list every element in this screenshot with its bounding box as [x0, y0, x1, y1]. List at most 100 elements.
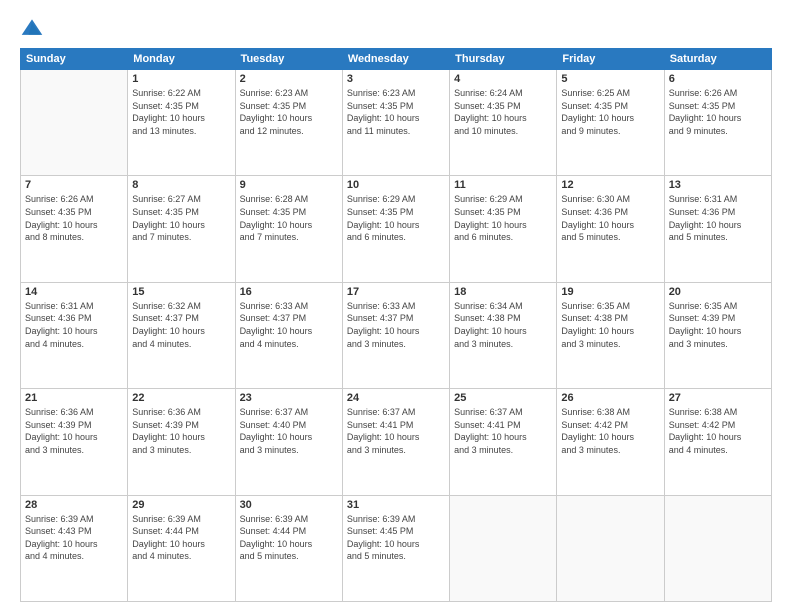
day-info: Sunrise: 6:27 AM Sunset: 4:35 PM Dayligh…	[132, 193, 230, 243]
day-number: 13	[669, 179, 767, 191]
day-info: Sunrise: 6:25 AM Sunset: 4:35 PM Dayligh…	[561, 87, 659, 137]
day-number: 10	[347, 179, 445, 191]
day-info: Sunrise: 6:38 AM Sunset: 4:42 PM Dayligh…	[561, 406, 659, 456]
day-info: Sunrise: 6:29 AM Sunset: 4:35 PM Dayligh…	[347, 193, 445, 243]
day-number: 24	[347, 392, 445, 404]
calendar-cell: 12 Sunrise: 6:30 AM Sunset: 4:36 PM Dayli…	[557, 176, 664, 282]
day-info: Sunrise: 6:38 AM Sunset: 4:42 PM Dayligh…	[669, 406, 767, 456]
calendar-cell: 8Sunrise: 6:27 AM Sunset: 4:35 PM Daylig…	[128, 176, 235, 282]
day-info: Sunrise: 6:34 AM Sunset: 4:38 PM Dayligh…	[454, 300, 552, 350]
header	[20, 16, 772, 40]
calendar-header-sunday: Sunday	[21, 49, 128, 70]
calendar-cell: 2 Sunrise: 6:23 AM Sunset: 4:35 PM Daylig…	[235, 70, 342, 176]
day-number: 15	[132, 286, 230, 298]
calendar-cell: 14 Sunrise: 6:31 AM Sunset: 4:36 PM Dayli…	[21, 282, 128, 388]
day-info: Sunrise: 6:26 AM Sunset: 4:35 PM Dayligh…	[669, 87, 767, 137]
day-number: 30	[240, 499, 338, 511]
day-info: Sunrise: 6:39 AM Sunset: 4:44 PM Dayligh…	[132, 513, 230, 563]
calendar-cell: 15 Sunrise: 6:32 AM Sunset: 4:37 PM Dayli…	[128, 282, 235, 388]
calendar-cell: 18 Sunrise: 6:34 AM Sunset: 4:38 PM Dayli…	[450, 282, 557, 388]
day-number: 29	[132, 499, 230, 511]
calendar-cell: 21 Sunrise: 6:36 AM Sunset: 4:39 PM Dayli…	[21, 389, 128, 495]
calendar-cell: 11 Sunrise: 6:29 AM Sunset: 4:35 PM Dayli…	[450, 176, 557, 282]
day-number: 12	[561, 179, 659, 191]
calendar-cell	[557, 495, 664, 601]
calendar-cell: 19 Sunrise: 6:35 AM Sunset: 4:38 PM Dayli…	[557, 282, 664, 388]
logo	[20, 16, 48, 40]
calendar-cell: 20 Sunrise: 6:35 AM Sunset: 4:39 PM Dayli…	[664, 282, 771, 388]
calendar-cell: 3 Sunrise: 6:23 AM Sunset: 4:35 PM Daylig…	[342, 70, 449, 176]
day-info: Sunrise: 6:37 AM Sunset: 4:41 PM Dayligh…	[454, 406, 552, 456]
calendar-cell: 4 Sunrise: 6:24 AM Sunset: 4:35 PM Daylig…	[450, 70, 557, 176]
day-info: Sunrise: 6:23 AM Sunset: 4:35 PM Dayligh…	[347, 87, 445, 137]
day-info: Sunrise: 6:30 AM Sunset: 4:36 PM Dayligh…	[561, 193, 659, 243]
day-info: Sunrise: 6:31 AM Sunset: 4:36 PM Dayligh…	[25, 300, 123, 350]
day-number: 22	[132, 392, 230, 404]
day-number: 26	[561, 392, 659, 404]
day-number: 16	[240, 286, 338, 298]
day-info: Sunrise: 6:33 AM Sunset: 4:37 PM Dayligh…	[240, 300, 338, 350]
day-number: 2	[240, 73, 338, 85]
day-info: Sunrise: 6:36 AM Sunset: 4:39 PM Dayligh…	[132, 406, 230, 456]
logo-icon	[20, 16, 44, 40]
day-number: 23	[240, 392, 338, 404]
day-info: Sunrise: 6:39 AM Sunset: 4:45 PM Dayligh…	[347, 513, 445, 563]
calendar-cell: 26 Sunrise: 6:38 AM Sunset: 4:42 PM Dayli…	[557, 389, 664, 495]
day-info: Sunrise: 6:22 AM Sunset: 4:35 PM Dayligh…	[132, 87, 230, 137]
day-info: Sunrise: 6:28 AM Sunset: 4:35 PM Dayligh…	[240, 193, 338, 243]
day-number: 19	[561, 286, 659, 298]
calendar-cell: 5Sunrise: 6:25 AM Sunset: 4:35 PM Daylig…	[557, 70, 664, 176]
calendar-table: SundayMondayTuesdayWednesdayThursdayFrid…	[20, 48, 772, 602]
day-number: 31	[347, 499, 445, 511]
day-number: 21	[25, 392, 123, 404]
calendar-cell	[21, 70, 128, 176]
calendar-cell: 17Sunrise: 6:33 AM Sunset: 4:37 PM Dayli…	[342, 282, 449, 388]
calendar-row-1: 7 Sunrise: 6:26 AM Sunset: 4:35 PM Daylig…	[21, 176, 772, 282]
day-info: Sunrise: 6:23 AM Sunset: 4:35 PM Dayligh…	[240, 87, 338, 137]
calendar-cell: 25Sunrise: 6:37 AM Sunset: 4:41 PM Dayli…	[450, 389, 557, 495]
calendar-cell: 7 Sunrise: 6:26 AM Sunset: 4:35 PM Daylig…	[21, 176, 128, 282]
calendar-cell: 6Sunrise: 6:26 AM Sunset: 4:35 PM Daylig…	[664, 70, 771, 176]
day-info: Sunrise: 6:35 AM Sunset: 4:38 PM Dayligh…	[561, 300, 659, 350]
day-number: 1	[132, 73, 230, 85]
day-number: 7	[25, 179, 123, 191]
day-number: 9	[240, 179, 338, 191]
calendar-row-3: 21 Sunrise: 6:36 AM Sunset: 4:39 PM Dayli…	[21, 389, 772, 495]
calendar-row-2: 14 Sunrise: 6:31 AM Sunset: 4:36 PM Dayli…	[21, 282, 772, 388]
day-number: 11	[454, 179, 552, 191]
calendar-cell: 13 Sunrise: 6:31 AM Sunset: 4:36 PM Dayli…	[664, 176, 771, 282]
calendar-cell: 24 Sunrise: 6:37 AM Sunset: 4:41 PM Dayli…	[342, 389, 449, 495]
calendar-header-friday: Friday	[557, 49, 664, 70]
calendar-cell	[450, 495, 557, 601]
calendar-cell: 9 Sunrise: 6:28 AM Sunset: 4:35 PM Daylig…	[235, 176, 342, 282]
calendar-header-thursday: Thursday	[450, 49, 557, 70]
day-info: Sunrise: 6:33 AM Sunset: 4:37 PM Dayligh…	[347, 300, 445, 350]
calendar-cell: 29 Sunrise: 6:39 AM Sunset: 4:44 PM Dayli…	[128, 495, 235, 601]
calendar-row-4: 28Sunrise: 6:39 AM Sunset: 4:43 PM Dayli…	[21, 495, 772, 601]
day-number: 20	[669, 286, 767, 298]
day-info: Sunrise: 6:35 AM Sunset: 4:39 PM Dayligh…	[669, 300, 767, 350]
day-number: 3	[347, 73, 445, 85]
calendar-cell: 27 Sunrise: 6:38 AM Sunset: 4:42 PM Dayli…	[664, 389, 771, 495]
day-info: Sunrise: 6:26 AM Sunset: 4:35 PM Dayligh…	[25, 193, 123, 243]
day-number: 14	[25, 286, 123, 298]
calendar-cell: 23Sunrise: 6:37 AM Sunset: 4:40 PM Dayli…	[235, 389, 342, 495]
day-number: 27	[669, 392, 767, 404]
day-info: Sunrise: 6:24 AM Sunset: 4:35 PM Dayligh…	[454, 87, 552, 137]
day-info: Sunrise: 6:32 AM Sunset: 4:37 PM Dayligh…	[132, 300, 230, 350]
calendar-cell	[664, 495, 771, 601]
calendar-cell: 22 Sunrise: 6:36 AM Sunset: 4:39 PM Dayli…	[128, 389, 235, 495]
day-info: Sunrise: 6:31 AM Sunset: 4:36 PM Dayligh…	[669, 193, 767, 243]
calendar-cell: 30Sunrise: 6:39 AM Sunset: 4:44 PM Dayli…	[235, 495, 342, 601]
calendar-cell: 1 Sunrise: 6:22 AM Sunset: 4:35 PM Daylig…	[128, 70, 235, 176]
day-number: 28	[25, 499, 123, 511]
calendar-header-tuesday: Tuesday	[235, 49, 342, 70]
day-number: 18	[454, 286, 552, 298]
calendar-row-0: 1 Sunrise: 6:22 AM Sunset: 4:35 PM Daylig…	[21, 70, 772, 176]
calendar-header-wednesday: Wednesday	[342, 49, 449, 70]
day-info: Sunrise: 6:36 AM Sunset: 4:39 PM Dayligh…	[25, 406, 123, 456]
day-info: Sunrise: 6:37 AM Sunset: 4:41 PM Dayligh…	[347, 406, 445, 456]
calendar-cell: 28Sunrise: 6:39 AM Sunset: 4:43 PM Dayli…	[21, 495, 128, 601]
day-info: Sunrise: 6:29 AM Sunset: 4:35 PM Dayligh…	[454, 193, 552, 243]
day-number: 4	[454, 73, 552, 85]
